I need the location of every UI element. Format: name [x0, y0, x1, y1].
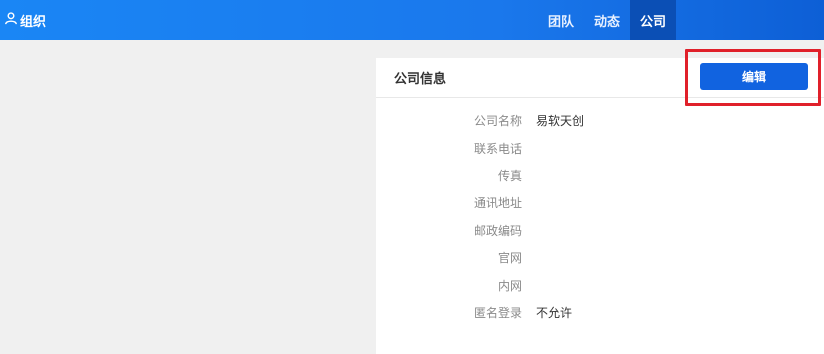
main-nav: 团队 动态 公司: [538, 0, 677, 40]
field-value: 不允许: [536, 305, 573, 320]
nav-tab-dynamics[interactable]: 动态: [584, 0, 630, 40]
card-title: 公司信息: [394, 72, 447, 87]
field-label: 通讯地址: [473, 196, 522, 211]
field-label: 传真: [497, 168, 522, 183]
brand-label: 组织: [20, 14, 47, 30]
field-label: 联系电话: [473, 141, 522, 156]
field-label: 匿名登录: [473, 305, 522, 320]
field-row-phone: 联系电话: [376, 134, 824, 161]
field-value: 易软天创: [536, 114, 585, 129]
field-row-website: 官网: [376, 244, 824, 271]
nav-tab-company[interactable]: 公司: [630, 0, 677, 40]
field-row-intranet: 内网: [376, 271, 824, 298]
org-brand-link[interactable]: 组织: [4, 0, 46, 40]
top-navbar: 组织 团队 动态 公司: [0, 0, 824, 40]
user-icon: [4, 11, 18, 29]
field-label: 邮政编码: [473, 223, 522, 238]
field-label: 内网: [497, 278, 522, 293]
nav-tab-team[interactable]: 团队: [538, 0, 584, 40]
company-fields-list: 公司名称 易软天创 联系电话 传真 通讯地址 邮政编码 官网 内网 匿名登录 不…: [376, 107, 824, 326]
edit-button[interactable]: 编辑: [700, 63, 808, 90]
field-row-company-name: 公司名称 易软天创: [376, 107, 824, 134]
field-row-fax: 传真: [376, 162, 824, 189]
field-label: 公司名称: [473, 114, 522, 129]
field-row-address: 通讯地址: [376, 189, 824, 216]
field-label: 官网: [497, 251, 522, 266]
field-row-anonymous-login: 匿名登录 不允许: [376, 299, 824, 326]
field-row-zipcode: 邮政编码: [376, 217, 824, 244]
